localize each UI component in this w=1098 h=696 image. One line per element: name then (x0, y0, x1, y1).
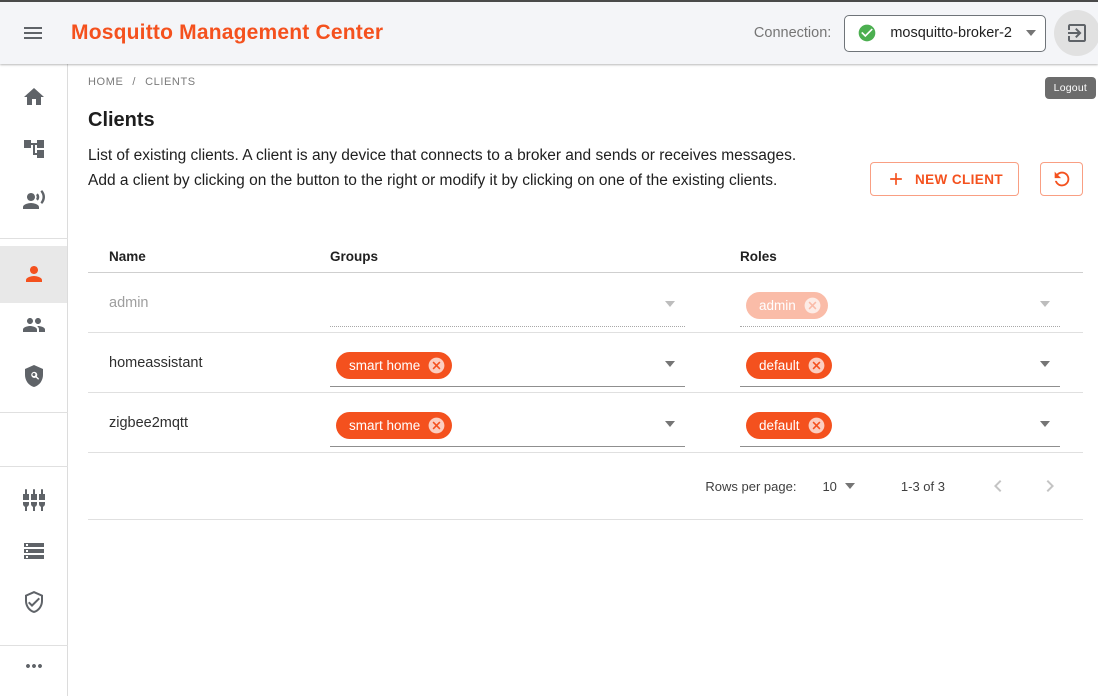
topic-tree-icon (22, 137, 46, 161)
chevron-down-icon (1040, 301, 1050, 307)
settings-input-icon (22, 488, 46, 512)
people-icon (22, 313, 46, 337)
table-row-zigbee2mqtt[interactable]: zigbee2mqtt smart home default (88, 393, 1083, 453)
chip-label: smart home (349, 358, 420, 373)
verified-shield-icon (22, 590, 46, 614)
app-bar: Mosquitto Management Center Connection: … (0, 2, 1098, 64)
sidebar-nav (0, 64, 68, 696)
pagination-range: 1-3 of 3 (901, 479, 945, 494)
main-content: HOME / CLIENTS Clients List of existing … (69, 64, 1098, 696)
breadcrumb-current[interactable]: CLIENTS (145, 76, 196, 88)
connection-select[interactable]: mosquitto-broker-2 (844, 15, 1046, 52)
record-voice-icon (22, 188, 46, 212)
page-actions: NEW CLIENT (870, 162, 1083, 196)
page-title: Clients (88, 109, 155, 132)
sidebar-item-more[interactable] (22, 654, 46, 678)
new-client-label: NEW CLIENT (915, 172, 1003, 187)
check-circle-icon (857, 23, 877, 43)
sidebar-divider (0, 466, 68, 467)
breadcrumb-home[interactable]: HOME (88, 76, 123, 88)
roles-select: admin (740, 285, 1060, 327)
page-description: List of existing clients. A client is an… (88, 143, 823, 193)
policy-shield-icon (22, 364, 46, 388)
refresh-icon (1051, 168, 1073, 190)
logout-tooltip: Logout (1045, 77, 1096, 99)
roles-select[interactable]: default (740, 345, 1060, 387)
window-top-edge (0, 0, 1098, 2)
hamburger-icon (21, 21, 45, 45)
cancel-icon[interactable] (807, 356, 826, 375)
sidebar-item-roles[interactable] (22, 364, 46, 388)
chevron-down-icon (1026, 30, 1036, 36)
group-chip[interactable]: smart home (336, 412, 452, 439)
groups-select (330, 285, 685, 327)
chip-label: default (759, 358, 800, 373)
chevron-down-icon (665, 361, 675, 367)
chevron-down-icon (1040, 421, 1050, 427)
cancel-icon[interactable] (427, 416, 446, 435)
group-chip[interactable]: smart home (336, 352, 452, 379)
client-name: admin (88, 295, 330, 311)
connection-value: mosquitto-broker-2 (890, 25, 1012, 41)
logout-button[interactable] (1054, 10, 1098, 56)
client-name: homeassistant (88, 355, 330, 371)
sidebar-item-home[interactable] (22, 85, 46, 109)
sidebar-item-plugins[interactable] (22, 488, 46, 512)
sidebar-divider (0, 238, 68, 239)
rows-per-page-select[interactable]: 10 (822, 479, 854, 494)
table-row-admin[interactable]: admin admin (88, 273, 1083, 333)
more-horiz-icon (22, 654, 46, 678)
column-header-groups: Groups (330, 249, 740, 264)
person-icon (22, 262, 46, 286)
role-chip[interactable]: default (746, 352, 832, 379)
new-client-button[interactable]: NEW CLIENT (870, 162, 1019, 196)
client-name: zigbee2mqtt (88, 415, 330, 431)
previous-page-button[interactable] (981, 469, 1015, 503)
next-page-button[interactable] (1033, 469, 1067, 503)
column-header-name: Name (88, 249, 330, 264)
sidebar-item-security[interactable] (22, 590, 46, 614)
chip-label: smart home (349, 418, 420, 433)
sidebar-item-groups[interactable] (22, 313, 46, 337)
cancel-icon (803, 296, 822, 315)
refresh-button[interactable] (1040, 162, 1083, 196)
rows-per-page-value: 10 (822, 479, 836, 494)
clients-table: Name Groups Roles admin admin (88, 240, 1083, 520)
breadcrumb-separator: / (132, 76, 136, 88)
chevron-left-icon (986, 474, 1010, 498)
breadcrumb: HOME / CLIENTS (88, 76, 196, 88)
chip-label: admin (759, 298, 796, 313)
home-icon (22, 85, 46, 109)
roles-select[interactable]: default (740, 405, 1060, 447)
rows-per-page-label: Rows per page: (705, 479, 796, 494)
chip-label: default (759, 418, 800, 433)
sidebar-item-topic-tree[interactable] (22, 137, 46, 161)
chevron-down-icon (665, 301, 675, 307)
table-row-homeassistant[interactable]: homeassistant smart home default (88, 333, 1083, 393)
column-header-roles: Roles (740, 249, 1083, 264)
groups-select[interactable]: smart home (330, 345, 685, 387)
chevron-right-icon (1038, 474, 1062, 498)
sidebar-item-streams[interactable] (22, 188, 46, 212)
app-title: Mosquitto Management Center (71, 21, 383, 45)
plus-icon (886, 169, 906, 189)
chevron-down-icon (1040, 361, 1050, 367)
menu-button[interactable] (17, 17, 49, 49)
connection-label: Connection: (754, 25, 831, 41)
table-header-row: Name Groups Roles (88, 240, 1083, 273)
table-pagination: Rows per page: 10 1-3 of 3 (88, 453, 1083, 520)
cancel-icon[interactable] (807, 416, 826, 435)
role-chip[interactable]: default (746, 412, 832, 439)
storage-list-icon (22, 539, 46, 563)
chevron-down-icon (845, 483, 855, 489)
sidebar-item-settings[interactable] (22, 539, 46, 563)
role-chip: admin (746, 292, 828, 319)
exit-to-app-icon (1065, 21, 1089, 45)
cancel-icon[interactable] (427, 356, 446, 375)
groups-select[interactable]: smart home (330, 405, 685, 447)
sidebar-divider (0, 645, 68, 646)
sidebar-item-clients[interactable] (22, 262, 46, 286)
chevron-down-icon (665, 421, 675, 427)
sidebar-divider (0, 412, 68, 413)
